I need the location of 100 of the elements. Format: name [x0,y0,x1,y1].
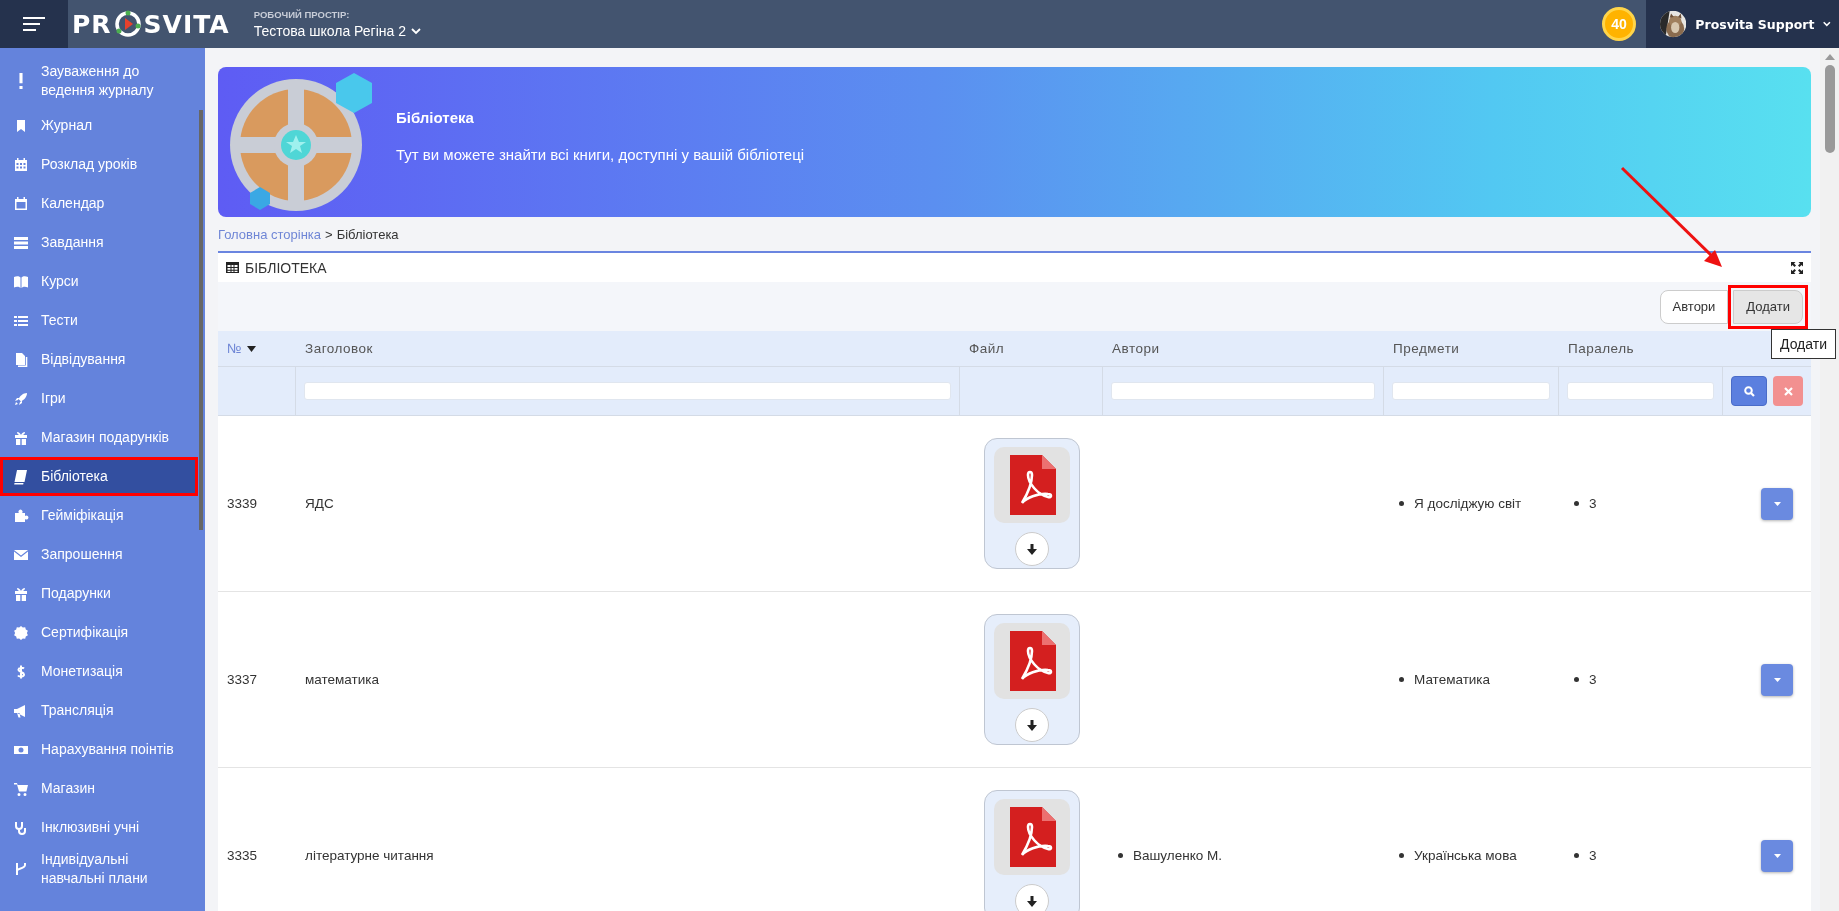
scroll-up-icon[interactable] [1824,54,1835,60]
expand-icon [1791,261,1803,274]
user-menu[interactable]: Prosvita Support [1646,0,1839,48]
filter-field[interactable] [1392,382,1550,400]
pdf-file-icon[interactable] [993,447,1070,523]
list-item: 3 [1589,672,1597,687]
arrow-down-icon [1026,543,1037,555]
sidebar-item[interactable]: Гейміфікація [0,496,198,535]
list-item: Вашуленко М. [1133,848,1222,863]
bullet-icon [1399,853,1404,858]
logo-text: SVITA [143,9,230,39]
sidebar-item[interactable]: Трансляція [0,691,198,730]
toolbar-button[interactable]: Автори [1659,289,1729,324]
caret-icon [1773,853,1781,858]
sidebar-item[interactable]: Завдання [0,223,198,262]
column-header[interactable]: Автори [1112,341,1160,356]
cart-icon [13,780,29,797]
sidebar-item[interactable]: Бібліотека [0,457,198,496]
scrollbar-thumb[interactable] [1824,65,1835,153]
table-icon [226,262,239,273]
calendar-icon [13,156,29,173]
arrow-down-icon [1026,895,1037,907]
sidebar-item[interactable]: Запрошення [0,535,198,574]
breadcrumb-link[interactable]: Головна сторінка [218,226,322,242]
bullet-icon [1118,853,1123,858]
pdf-file-icon[interactable] [993,799,1070,875]
sidebar-item[interactable]: Монетизація [0,652,198,691]
column-header[interactable]: Заголовок [305,341,373,356]
sidebar-item[interactable]: Курси [0,262,198,301]
list-item: 3 [1589,848,1597,863]
sidebar-item[interactable]: Інклюзивні учні [0,808,198,847]
column-header[interactable]: Файл [969,341,1005,356]
table-cell: 3335 [227,848,258,863]
table-cell: літературне читання [305,848,434,863]
list-icon [13,234,29,251]
table-cell: 3339 [227,496,258,511]
row-actions-button[interactable] [1761,487,1793,520]
filter-field[interactable] [304,382,951,400]
search-icon [1743,385,1755,397]
bullet-icon [1399,501,1404,506]
sidebar-item[interactable]: Розклад уроків [0,145,198,184]
download-button[interactable] [1014,884,1049,911]
menu-icon [23,17,45,31]
gift-icon [13,585,29,602]
filter-field[interactable] [1567,382,1714,400]
tooltip: Додати [1771,329,1836,359]
bullet-icon [1574,853,1579,858]
calendar-icon [13,195,29,212]
panel-title: БІБЛІОТЕКА [245,259,327,276]
bullet-icon [1399,677,1404,682]
clear-button[interactable] [1773,376,1803,406]
chevron-down-icon [1823,20,1831,28]
toolbar-button[interactable]: Додати [1733,289,1803,324]
banner-title: Бібліотека [396,109,475,126]
sidebar-item[interactable]: Магазин [0,769,198,808]
gift-icon [13,429,29,446]
points-badge: 40 [1602,7,1636,41]
sidebar-item[interactable]: Тести [0,301,198,340]
row-actions-button[interactable] [1761,839,1793,872]
sidebar-item[interactable]: Ігри [0,379,198,418]
rocket-icon [13,390,29,407]
column-header[interactable]: Паралель [1568,341,1635,356]
sidebar-item[interactable]: Зауваження до ведення журналу [0,56,198,106]
sidebar-item[interactable]: Магазин подарунків [0,418,198,457]
search-button[interactable] [1731,376,1767,406]
caret-icon [1773,501,1781,506]
column-header[interactable]: № [227,341,256,356]
caret-icon [1773,677,1781,682]
branch-icon [13,861,29,877]
sidebar-item[interactable]: Журнал [0,106,198,145]
book-icon [13,468,29,485]
sidebar-item[interactable]: Відвідування [0,340,198,379]
table-cell: математика [305,672,379,687]
sidebar-item[interactable]: Календар [0,184,198,223]
breadcrumb-current: Бібліотека [336,226,399,242]
banner-text: Тут ви можете знайти всі книги, доступні у вашій бібліотеці [396,146,805,163]
document-icon [13,351,29,368]
filter-field[interactable] [1111,382,1375,400]
sidebar-item[interactable]: Нарахування поінтів [0,730,198,769]
pdf-file-icon[interactable] [993,623,1070,699]
download-button[interactable] [1014,532,1049,566]
sidebar-item[interactable]: Подарунки [0,574,198,613]
row-actions-button[interactable] [1761,663,1793,696]
sidebar-item[interactable]: Сертифікація [0,613,198,652]
breadcrumb-separator: > [325,226,333,242]
download-button[interactable] [1014,708,1049,742]
list-item: Я досліджую світ [1414,496,1522,511]
chevron-down-icon [411,27,421,35]
bullet-icon [1574,677,1579,682]
table-cell: 3337 [227,672,258,687]
menu-button[interactable] [0,0,68,48]
expand-button[interactable] [1791,261,1803,274]
list-item: Математика [1414,672,1491,687]
workspace-selector[interactable]: Тестова школа Регіна 2 [253,23,421,39]
column-header[interactable]: Предмети [1393,341,1460,356]
list-item: Українська мова [1414,848,1517,863]
scrollbar[interactable] [199,110,203,530]
table-cell: ЯДС [305,496,334,511]
stethoscope-icon [13,819,29,836]
sidebar-item[interactable]: Індивідуальні навчальні плани [0,847,198,891]
